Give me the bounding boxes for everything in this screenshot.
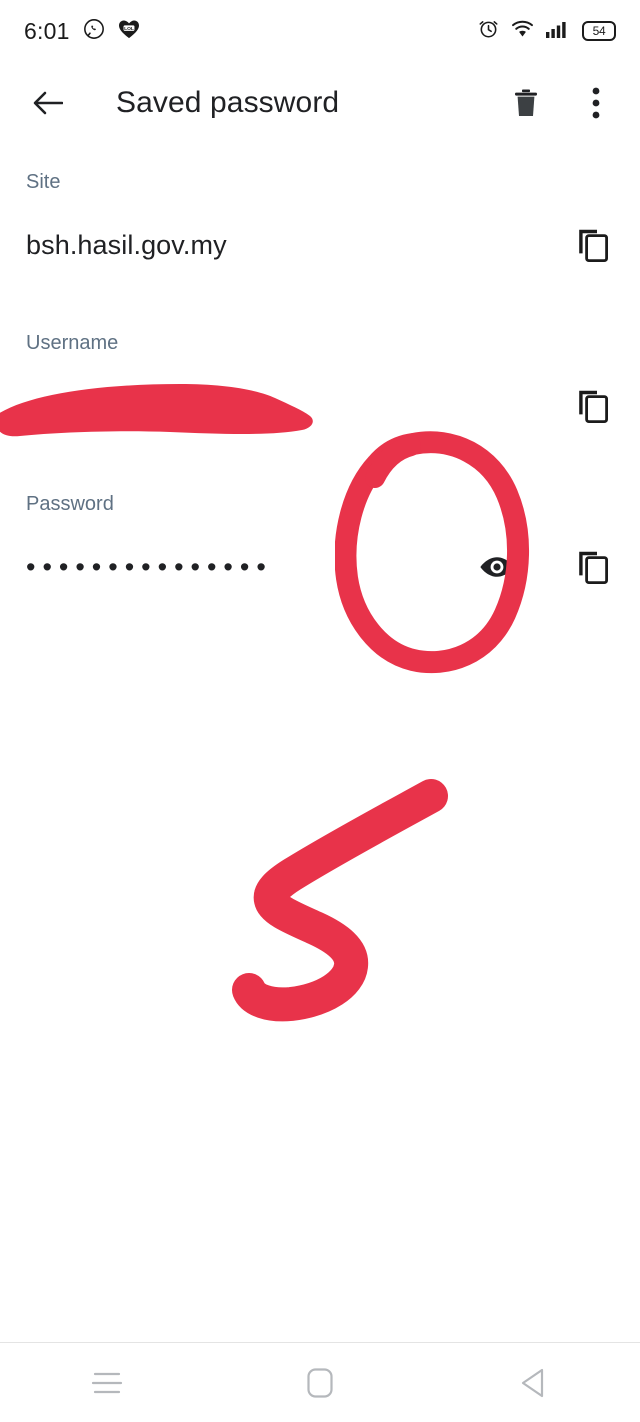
alarm-icon (478, 18, 499, 44)
status-bar-right: 54 (478, 18, 616, 44)
phone-screen: 6:01 LOL 54 Saved password Site bsh.hasi… (0, 0, 640, 1422)
password-value: ••••••••••••••• (26, 551, 273, 582)
whatsapp-icon (83, 18, 105, 45)
svg-text:LOL: LOL (124, 25, 134, 31)
home-button-icon[interactable] (284, 1353, 356, 1413)
show-password-eye-icon[interactable] (474, 544, 520, 590)
site-label: Site (26, 171, 61, 193)
delete-icon[interactable] (504, 81, 548, 125)
page-title: Saved password (116, 86, 340, 119)
android-navigation-bar (0, 1342, 640, 1422)
username-label: Username (26, 332, 119, 354)
back-button-icon[interactable] (497, 1353, 569, 1413)
copy-username-icon[interactable] (570, 383, 616, 429)
username-field: Username (0, 333, 640, 429)
wifi-icon (511, 20, 534, 43)
site-field: Site bsh.hasil.gov.my (0, 172, 640, 268)
overflow-menu-icon[interactable] (574, 81, 618, 125)
battery-icon: 54 (582, 21, 616, 41)
password-row: ••••••••••••••• (26, 544, 616, 590)
copy-password-icon[interactable] (570, 544, 616, 590)
username-row (26, 383, 616, 429)
status-bar: 6:01 LOL 54 (0, 0, 640, 62)
status-bar-left: 6:01 LOL (24, 18, 140, 45)
copy-site-icon[interactable] (570, 222, 616, 268)
app-bar: Saved password (0, 62, 640, 144)
password-field: Password ••••••••••••••• (0, 494, 640, 590)
app-notification-icon: LOL (118, 19, 140, 44)
status-clock: 6:01 (24, 17, 70, 44)
back-arrow-icon[interactable] (26, 81, 70, 125)
step-number-five (215, 778, 455, 1033)
recents-button-icon[interactable] (71, 1353, 143, 1413)
cellular-signal-icon (546, 20, 570, 43)
site-value: bsh.hasil.gov.my (26, 229, 227, 260)
password-label: Password (26, 493, 114, 515)
site-row: bsh.hasil.gov.my (26, 222, 616, 268)
battery-percent-label: 54 (592, 24, 606, 38)
